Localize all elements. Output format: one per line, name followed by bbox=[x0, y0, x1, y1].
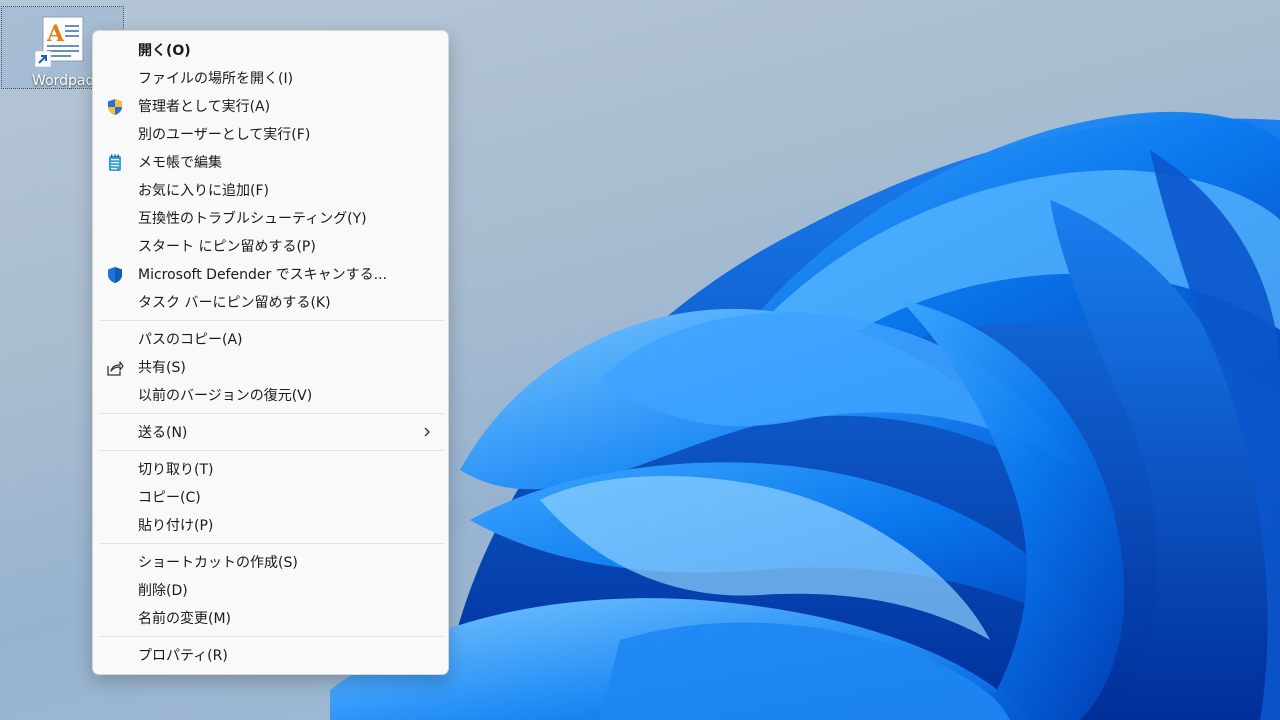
menu-item-label: お気に入りに追加(F) bbox=[138, 183, 269, 199]
menu-item-label: パスのコピー(A) bbox=[138, 332, 243, 348]
menu-item-share[interactable]: 共有(S) bbox=[97, 354, 444, 382]
menu-item-label: Microsoft Defender でスキャンする... bbox=[138, 267, 388, 283]
menu-item-label: ショートカットの作成(S) bbox=[138, 555, 298, 571]
menu-item-restore-previous[interactable]: 以前のバージョンの復元(V) bbox=[97, 382, 444, 410]
menu-item-run-as-other-user[interactable]: 別のユーザーとして実行(F) bbox=[97, 121, 444, 149]
menu-item-label: 開く(O) bbox=[138, 43, 191, 59]
menu-item-pin-to-start[interactable]: スタート にピン留めする(P) bbox=[97, 233, 444, 261]
menu-item-rename[interactable]: 名前の変更(M) bbox=[97, 605, 444, 633]
menu-item-label: タスク バーにピン留めする(K) bbox=[138, 295, 331, 311]
menu-item-copy[interactable]: コピー(C) bbox=[97, 484, 444, 512]
menu-item-label: 送る(N) bbox=[138, 425, 188, 441]
context-menu: 開く(O) ファイルの場所を開く(I) 管理者として実行(A) 別のユーザーとし… bbox=[92, 30, 449, 675]
menu-item-cut[interactable]: 切り取り(T) bbox=[97, 456, 444, 484]
share-icon bbox=[107, 361, 124, 376]
menu-item-run-as-admin[interactable]: 管理者として実行(A) bbox=[97, 93, 444, 121]
menu-item-delete[interactable]: 削除(D) bbox=[97, 577, 444, 605]
menu-item-open[interactable]: 開く(O) bbox=[97, 37, 444, 65]
menu-item-label: 共有(S) bbox=[138, 360, 186, 376]
chevron-right-icon bbox=[424, 427, 430, 437]
menu-item-pin-to-taskbar[interactable]: タスク バーにピン留めする(K) bbox=[97, 289, 444, 317]
menu-item-create-shortcut[interactable]: ショートカットの作成(S) bbox=[97, 549, 444, 577]
menu-item-add-favorites[interactable]: お気に入りに追加(F) bbox=[97, 177, 444, 205]
menu-item-label: 名前の変更(M) bbox=[138, 611, 232, 627]
menu-item-label: メモ帳で編集 bbox=[138, 155, 222, 171]
defender-shield-icon bbox=[108, 267, 122, 283]
desktop: A Wordpad 開く(O) ファイルの場所を開く(I) 管理者として実行(A… bbox=[0, 0, 1280, 720]
menu-item-edit-notepad[interactable]: メモ帳で編集 bbox=[97, 149, 444, 177]
menu-item-label: コピー(C) bbox=[138, 490, 201, 506]
menu-item-troubleshoot-compatibility[interactable]: 互換性のトラブルシューティング(Y) bbox=[97, 205, 444, 233]
menu-item-label: 以前のバージョンの復元(V) bbox=[138, 388, 313, 404]
menu-item-copy-path[interactable]: パスのコピー(A) bbox=[97, 326, 444, 354]
menu-item-label: 別のユーザーとして実行(F) bbox=[138, 127, 311, 143]
menu-item-label: 貼り付け(P) bbox=[138, 518, 214, 534]
menu-item-label: 管理者として実行(A) bbox=[138, 99, 271, 115]
menu-item-paste[interactable]: 貼り付け(P) bbox=[97, 512, 444, 540]
menu-item-open-location[interactable]: ファイルの場所を開く(I) bbox=[97, 65, 444, 93]
notepad-icon bbox=[109, 154, 121, 171]
menu-item-defender-scan[interactable]: Microsoft Defender でスキャンする... bbox=[97, 261, 444, 289]
menu-item-label: 削除(D) bbox=[138, 583, 188, 599]
menu-item-label: スタート にピン留めする(P) bbox=[138, 239, 316, 255]
svg-text:A: A bbox=[46, 21, 65, 47]
menu-item-label: 互換性のトラブルシューティング(Y) bbox=[138, 211, 367, 227]
menu-separator bbox=[99, 320, 444, 321]
menu-separator bbox=[99, 636, 444, 637]
uac-shield-icon bbox=[108, 99, 122, 115]
desktop-icon-label: Wordpad bbox=[32, 73, 95, 89]
menu-separator bbox=[99, 413, 444, 414]
menu-item-label: プロパティ(R) bbox=[138, 648, 228, 664]
menu-item-label: ファイルの場所を開く(I) bbox=[138, 71, 294, 87]
shortcut-arrow-icon bbox=[35, 51, 51, 67]
menu-separator bbox=[99, 543, 444, 544]
menu-separator bbox=[99, 450, 444, 451]
menu-item-send-to[interactable]: 送る(N) bbox=[97, 419, 444, 447]
menu-item-properties[interactable]: プロパティ(R) bbox=[97, 642, 444, 670]
menu-item-label: 切り取り(T) bbox=[138, 462, 214, 478]
